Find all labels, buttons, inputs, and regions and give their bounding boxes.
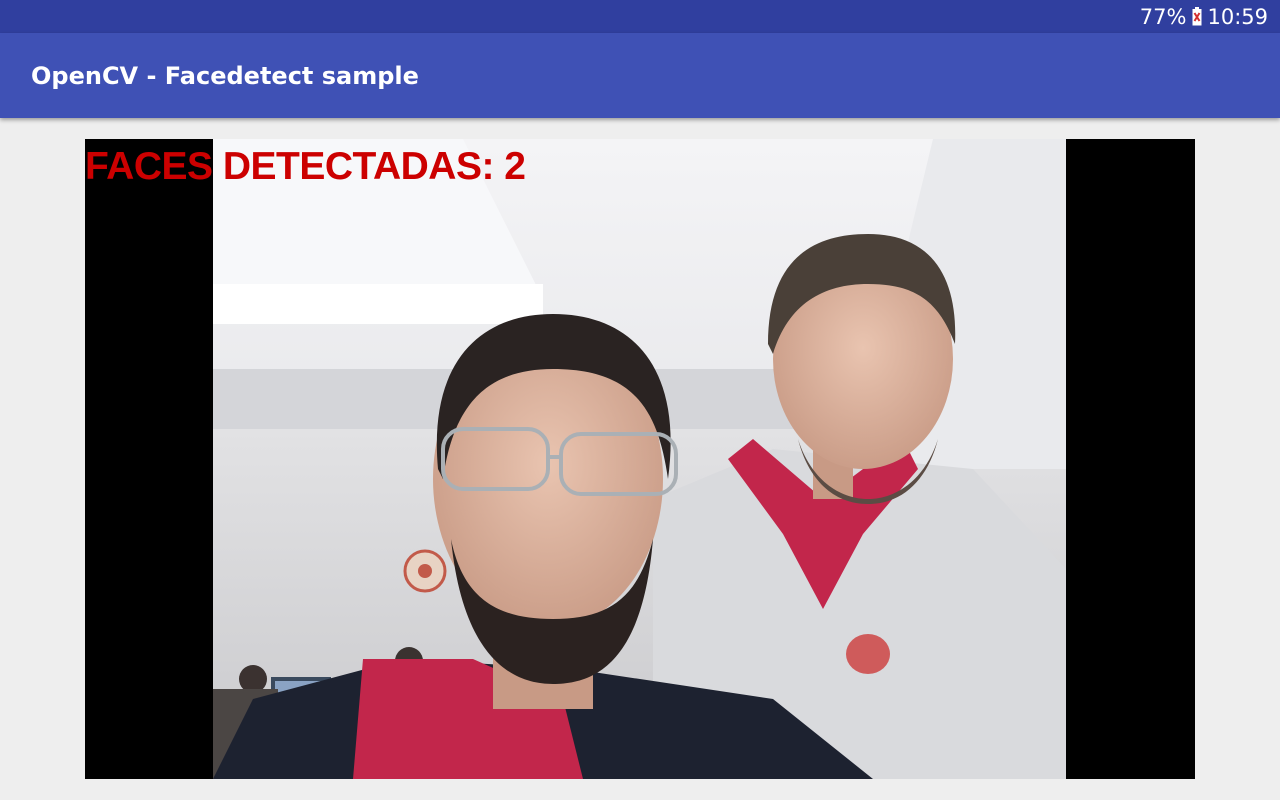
status-bar: 77% 10:59 bbox=[0, 0, 1280, 33]
faces-detected-label: FACES DETECTADAS: 2 bbox=[85, 145, 526, 188]
app-title: OpenCV - Facedetect sample bbox=[31, 61, 419, 90]
battery-percentage: 77% bbox=[1139, 4, 1187, 29]
camera-feed-image bbox=[213, 139, 1066, 779]
battery-alert-icon bbox=[1192, 7, 1202, 26]
clock: 10:59 bbox=[1207, 4, 1268, 29]
camera-view[interactable]: FACES DETECTADAS: 2 bbox=[85, 139, 1195, 779]
app-bar: OpenCV - Facedetect sample bbox=[0, 33, 1280, 118]
